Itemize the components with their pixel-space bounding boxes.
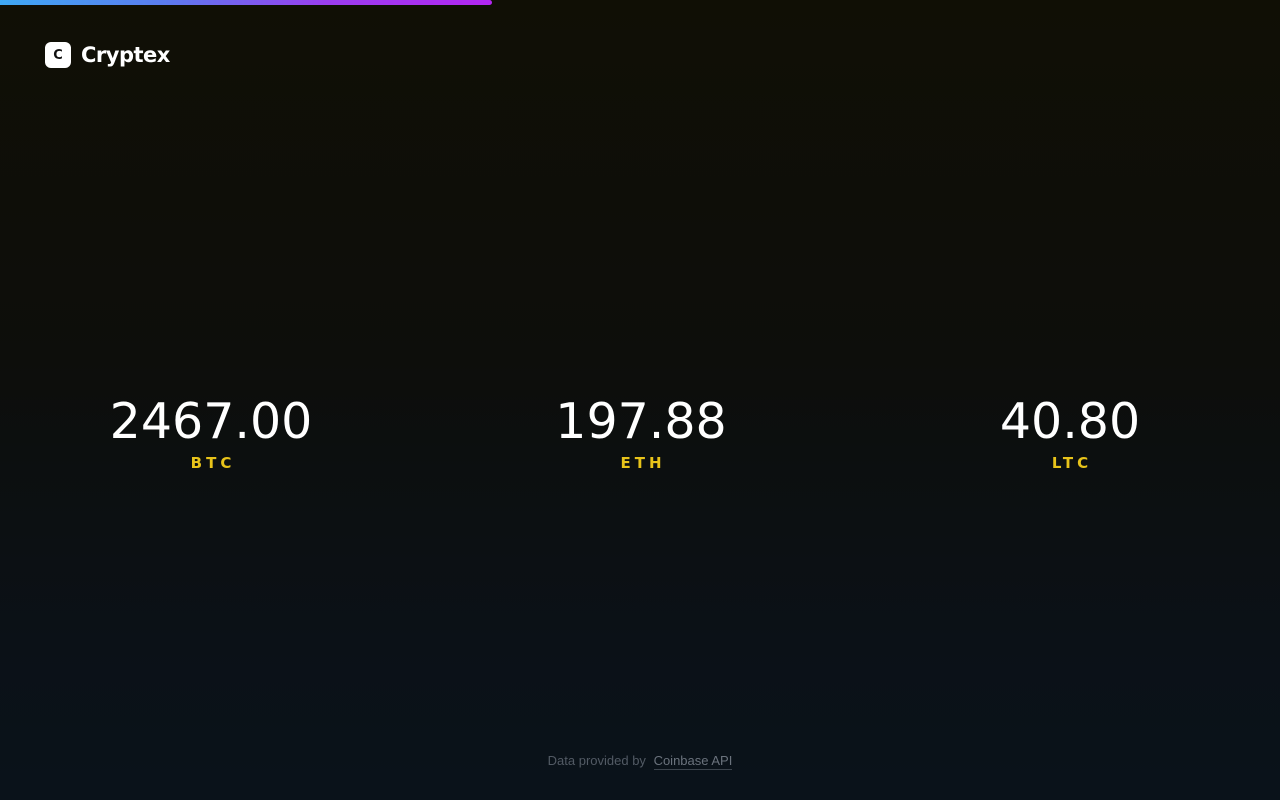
eth-price: 197.88 (555, 393, 727, 450)
ticker-eth: 197.88 ETH (491, 394, 791, 476)
eth-symbol: ETH (620, 454, 666, 472)
btc-price: 2467.00 (109, 393, 313, 450)
logo-letter: C (53, 47, 63, 63)
ltc-symbol: LTC (1051, 454, 1093, 472)
footer-attribution: Data provided by Coinbase API (0, 753, 1280, 770)
price-tickers: 2467.00 BTC 197.88 ETH 40.80 LTC (0, 394, 1280, 484)
coinbase-api-link[interactable]: Coinbase API (653, 753, 733, 770)
brand-logo[interactable]: C Cryptex (45, 41, 170, 69)
footer-prefix: Data provided by (547, 753, 646, 768)
square-c-logo-icon: C (45, 42, 71, 68)
btc-symbol: BTC (190, 454, 236, 472)
ticker-ltc: 40.80 LTC (920, 394, 1220, 476)
ltc-price: 40.80 (999, 393, 1141, 450)
loading-progress-fill (0, 0, 492, 5)
ticker-btc: 2467.00 BTC (61, 394, 361, 476)
brand-name: Cryptex (81, 43, 170, 67)
loading-progress-bar (0, 0, 1280, 5)
